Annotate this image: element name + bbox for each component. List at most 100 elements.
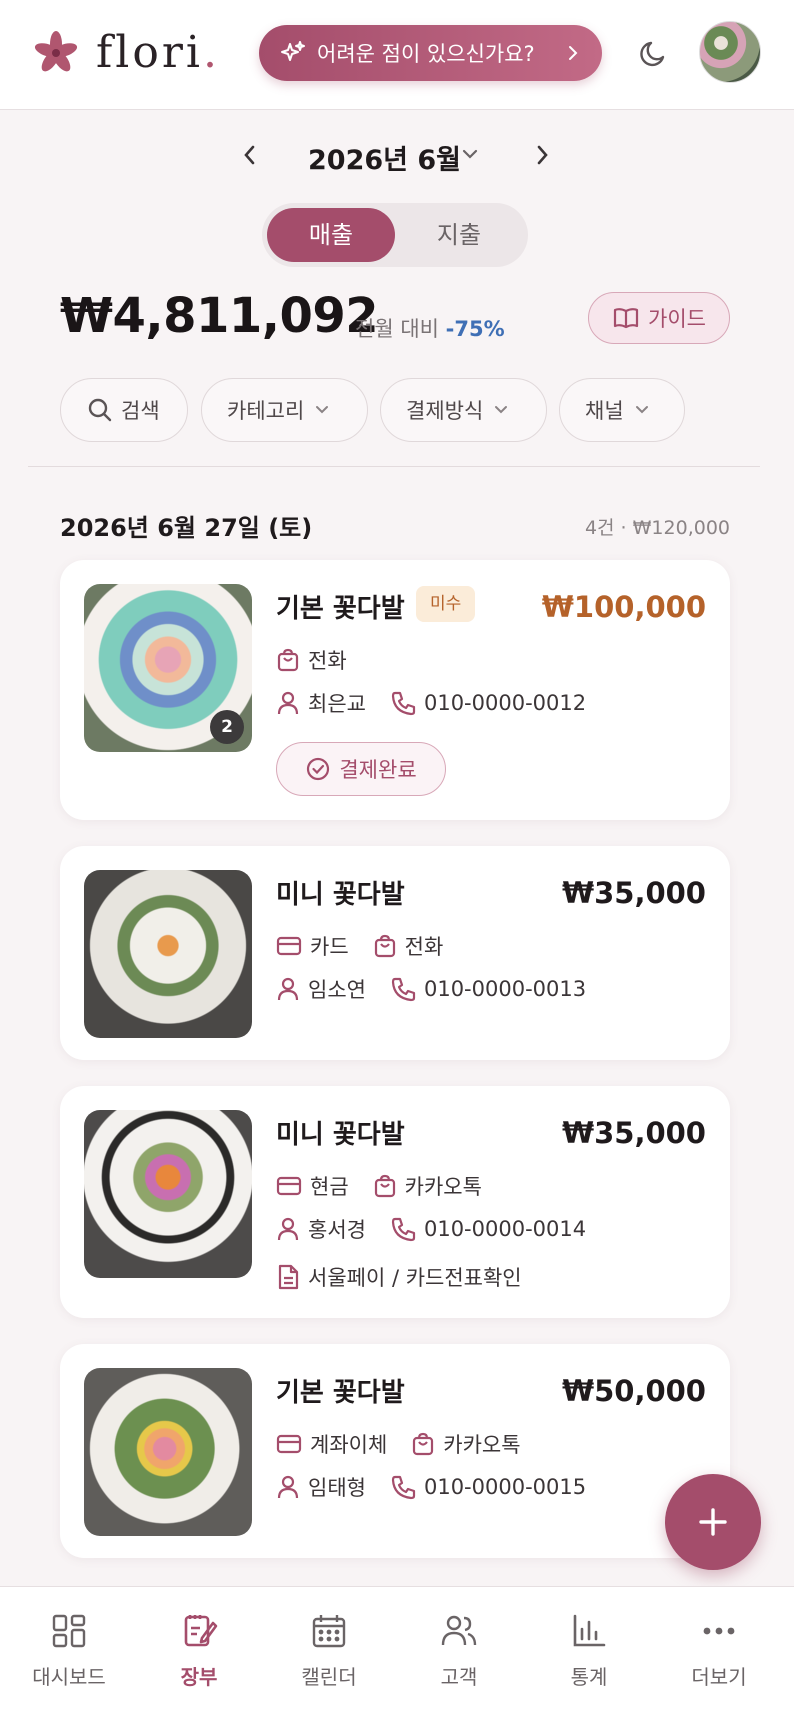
person-icon xyxy=(277,1475,299,1499)
shopping-bag-icon xyxy=(277,648,299,672)
customer-name: 임소연 xyxy=(308,978,366,1002)
chevron-right-icon[interactable] xyxy=(530,142,554,168)
card-icon xyxy=(276,1434,302,1454)
check-circle-icon xyxy=(307,757,330,781)
guide-button[interactable]: 가이드 xyxy=(588,292,730,344)
search-filter[interactable]: 검색 xyxy=(60,378,188,442)
channel-filter[interactable]: 채널 xyxy=(559,378,685,442)
customer-phone[interactable]: 010-0000-0013 xyxy=(424,977,586,1001)
nav-calendar[interactable]: 캘린더 xyxy=(269,1611,389,1690)
logo[interactable]: flori. xyxy=(34,28,220,78)
order-payment: 계좌이체 xyxy=(310,1433,388,1457)
chevron-down-icon xyxy=(316,406,329,414)
chevron-down-icon xyxy=(635,406,648,414)
nav-dashboard[interactable]: 대시보드 xyxy=(9,1611,129,1690)
order-customer-row: 최은교 010-0000-0012 xyxy=(276,688,610,718)
category-label: 카테고리 xyxy=(227,399,305,423)
tab-sales[interactable]: 매출 xyxy=(267,208,395,262)
order-customer-row: 홍서경 010-0000-0014 xyxy=(276,1214,610,1244)
nav-ledger[interactable]: 장부 xyxy=(139,1611,259,1690)
order-memo-row: 서울페이 / 카드전표확인 xyxy=(276,1262,546,1292)
bottom-nav: 대시보드 장부 캘린더 고객 통계 더보기 xyxy=(0,1586,794,1726)
chart-icon xyxy=(573,1614,606,1647)
users-icon xyxy=(441,1615,477,1646)
order-title: 기본 꽃다발 xyxy=(276,1378,405,1408)
order-card[interactable]: 미니 꽃다발 ₩35,000 현금 카카오톡 홍서경 010-0000-0014… xyxy=(60,1086,730,1318)
order-channel: 카카오톡 xyxy=(443,1433,521,1457)
sales-expense-toggle: 매출 지출 xyxy=(262,203,528,267)
customer-phone[interactable]: 010-0000-0014 xyxy=(424,1217,586,1241)
order-title: 기본 꽃다발 xyxy=(276,594,405,624)
shopping-bag-icon xyxy=(374,1174,395,1198)
channel-label: 채널 xyxy=(585,399,624,423)
day-summary: 4건 · ₩120,000 xyxy=(584,517,730,539)
nav-more[interactable]: 더보기 xyxy=(659,1611,779,1690)
day-date: 2026년 6월 27일 (토) xyxy=(60,514,313,542)
nav-customers[interactable]: 고객 xyxy=(399,1611,519,1690)
nav-label: 캘린더 xyxy=(301,1665,357,1689)
sparkle-icon xyxy=(281,41,305,61)
total-amount: ₩4,811,092 xyxy=(60,288,379,344)
book-icon xyxy=(613,308,639,329)
payment-label: 결제방식 xyxy=(406,399,484,423)
phone-icon xyxy=(391,691,416,716)
month-label[interactable]: 2026년 6월 xyxy=(308,138,461,177)
photo-count-badge: 2 xyxy=(210,710,244,744)
order-memo: 서울페이 / 카드전표확인 xyxy=(308,1266,522,1290)
phone-icon xyxy=(391,977,416,1002)
customer-phone[interactable]: 010-0000-0012 xyxy=(424,691,586,715)
order-meta-row: 전화 xyxy=(276,645,371,675)
order-channel: 전화 xyxy=(308,649,347,673)
order-customer-row: 임소연 010-0000-0013 xyxy=(276,974,610,1004)
order-card[interactable]: 미니 꽃다발 ₩35,000 카드 전화 임소연 010-0000-0013 xyxy=(60,846,730,1060)
compare-label: 전월 대비 xyxy=(355,317,439,341)
person-icon xyxy=(277,1217,299,1241)
card-icon xyxy=(276,936,302,956)
payment-filter[interactable]: 결제방식 xyxy=(380,378,547,442)
bouquet-photo xyxy=(84,1110,252,1278)
phone-icon xyxy=(391,1475,416,1500)
nav-label: 고객 xyxy=(440,1665,478,1689)
divider xyxy=(28,466,760,467)
nav-label: 장부 xyxy=(180,1665,218,1689)
dark-mode-moon-icon[interactable] xyxy=(637,36,671,70)
nav-label: 통계 xyxy=(570,1665,608,1689)
bouquet-photo xyxy=(84,1368,252,1536)
nav-label: 대시보드 xyxy=(32,1665,106,1689)
more-icon xyxy=(703,1627,735,1635)
card-icon xyxy=(276,1176,302,1196)
order-payment: 현금 xyxy=(310,1175,349,1199)
customer-phone[interactable]: 010-0000-0015 xyxy=(424,1475,586,1499)
category-filter[interactable]: 카테고리 xyxy=(201,378,368,442)
order-channel: 전화 xyxy=(404,935,444,959)
compare-percent: -75% xyxy=(445,317,505,341)
bouquet-photo xyxy=(84,870,252,1038)
order-meta-row: 현금 카카오톡 xyxy=(276,1171,506,1201)
payment-complete-button[interactable]: 결제완료 xyxy=(276,742,446,796)
order-meta-row: 계좌이체 카카오톡 xyxy=(276,1429,545,1459)
ledger-icon xyxy=(184,1615,218,1647)
add-order-button[interactable] xyxy=(665,1474,761,1570)
order-price: ₩35,000 xyxy=(562,876,706,910)
help-button[interactable]: 어려운 점이 있으신가요? xyxy=(259,25,602,81)
calendar-icon xyxy=(312,1615,346,1648)
flower-logo-icon xyxy=(34,31,78,72)
month-navigator: 2026년 6월 xyxy=(0,130,794,180)
nav-label: 더보기 xyxy=(691,1665,747,1689)
order-card[interactable]: 기본 꽃다발 ₩50,000 계좌이체 카카오톡 임태형 010-0000-00… xyxy=(60,1344,730,1558)
order-meta-row: 카드 전화 xyxy=(276,931,467,961)
shopping-bag-icon xyxy=(413,1432,434,1456)
order-channel: 카카오톡 xyxy=(404,1175,482,1199)
nav-stats[interactable]: 통계 xyxy=(529,1611,649,1690)
customer-name: 최은교 xyxy=(308,692,366,716)
person-icon xyxy=(277,691,299,715)
chevron-down-icon[interactable] xyxy=(460,146,480,162)
search-label: 검색 xyxy=(121,399,160,423)
tab-expense[interactable]: 지출 xyxy=(395,208,523,262)
profile-avatar[interactable] xyxy=(699,21,761,83)
chevron-left-icon[interactable] xyxy=(238,142,262,168)
order-price: ₩50,000 xyxy=(562,1374,706,1408)
guide-label: 가이드 xyxy=(648,307,706,331)
order-card[interactable]: 2 기본 꽃다발 미수 ₩100,000 전화 최은교 010-0000-001… xyxy=(60,560,730,820)
order-customer-row: 임태형 010-0000-0015 xyxy=(276,1472,610,1502)
